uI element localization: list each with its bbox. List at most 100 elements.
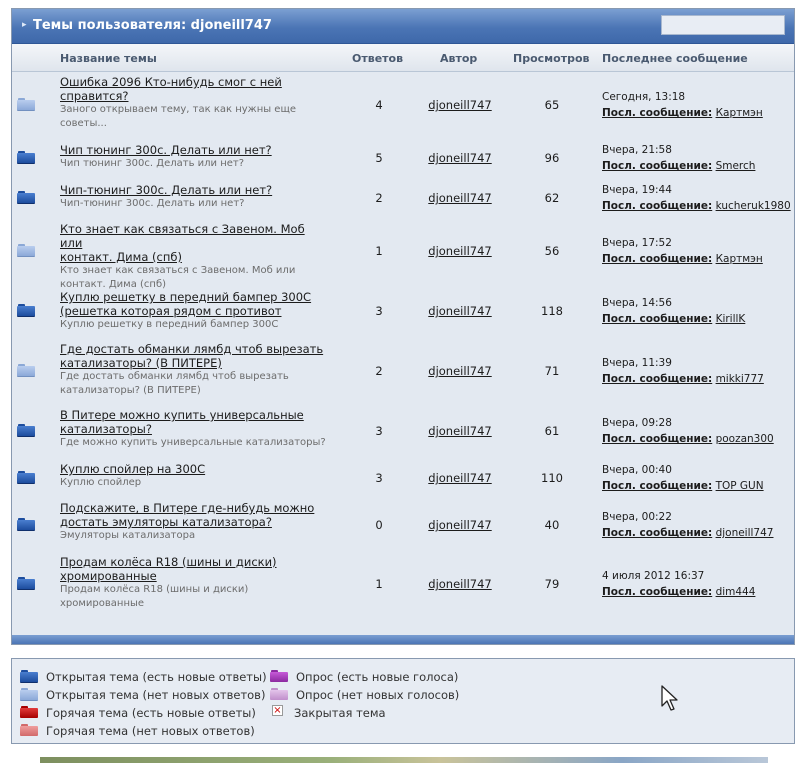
folder-new-icon xyxy=(20,670,38,683)
col-last-post[interactable]: Последнее сообщение xyxy=(602,52,748,65)
author-link[interactable]: djoneill747 xyxy=(425,98,495,112)
hot-folder-old-icon xyxy=(20,724,38,736)
last-post-label[interactable]: Посл. сообщение: xyxy=(602,107,712,119)
topic-description: Кто знает как связаться с Завеном. Моб и… xyxy=(60,265,296,290)
author-link[interactable]: djoneill747 xyxy=(425,518,495,532)
topics-panel: ▸ Темы пользователя: djoneill747 Названи… xyxy=(11,8,795,645)
last-post-label[interactable]: Посл. сообщение: xyxy=(602,253,712,265)
last-post-user[interactable]: Картмэн xyxy=(716,107,763,119)
author-link[interactable]: djoneill747 xyxy=(425,424,495,438)
legend-label: Горячая тема (нет новых ответов) xyxy=(46,724,255,738)
last-post-time: Вчера, 00:22 xyxy=(602,511,672,523)
folder-new-icon xyxy=(17,151,35,164)
folder-new-icon xyxy=(17,304,35,317)
search-input[interactable] xyxy=(661,15,785,35)
views-count: 56 xyxy=(544,244,560,258)
poll-new-icon xyxy=(270,670,288,682)
author-link[interactable]: djoneill747 xyxy=(425,304,495,318)
last-post: 4 июля 2012 16:37 Посл. сообщение: dim44… xyxy=(602,568,802,600)
replies-count: 3 xyxy=(375,471,383,485)
last-post-label[interactable]: Посл. сообщение: xyxy=(602,433,712,445)
legend-label: Горячая тема (есть новые ответы) xyxy=(46,706,256,720)
topic-title-link[interactable]: Подскажите, в Питере где-нибудь можно дос… xyxy=(60,501,330,529)
author-link[interactable]: djoneill747 xyxy=(425,244,495,258)
last-post: Вчера, 00:40 Посл. сообщение: TOP GUN xyxy=(602,462,802,494)
author-link[interactable]: djoneill747 xyxy=(425,191,495,205)
author-link[interactable]: djoneill747 xyxy=(425,151,495,165)
last-post-time: Вчера, 17:52 xyxy=(602,237,672,249)
last-post-user[interactable]: mikki777 xyxy=(716,373,764,385)
last-post-user[interactable]: djoneill747 xyxy=(716,527,774,539)
last-post-user[interactable]: dim444 xyxy=(716,586,756,598)
page-title: Темы пользователя: djoneill747 xyxy=(33,18,272,33)
author-link[interactable]: djoneill747 xyxy=(425,471,495,485)
last-post-label[interactable]: Посл. сообщение: xyxy=(602,480,712,492)
last-post-label[interactable]: Посл. сообщение: xyxy=(602,200,712,212)
folder-new-icon xyxy=(17,518,35,531)
col-views[interactable]: Просмотров xyxy=(513,52,589,65)
last-post: Сегодня, 13:18 Посл. сообщение: Картмэн xyxy=(602,89,802,121)
legend-label: Открытая тема (есть новые ответы) xyxy=(46,670,267,684)
folder-old-icon xyxy=(17,244,35,257)
last-post-user[interactable]: Smerch xyxy=(716,160,756,172)
replies-count: 3 xyxy=(375,304,383,318)
last-post-time: 4 июля 2012 16:37 xyxy=(602,570,705,582)
last-post: Вчера, 09:28 Посл. сообщение: poozan300 xyxy=(602,415,802,447)
folder-old-icon xyxy=(20,688,38,701)
topic-title-link[interactable]: Где достать обманки лямбд чтоб вырезать к… xyxy=(60,342,330,370)
col-replies[interactable]: Ответов xyxy=(352,52,403,65)
col-topic-name[interactable]: Название темы xyxy=(60,52,157,65)
topic-description: Чип-тюнинг 300с. Делать или нет? xyxy=(60,198,245,209)
last-post-user[interactable]: Картмэн xyxy=(716,253,763,265)
views-count: 96 xyxy=(544,151,560,165)
legend-label: Опрос (есть новые голоса) xyxy=(296,670,459,684)
topic-description: Заного открываем тему, так как нужны еще… xyxy=(60,104,297,129)
collapse-arrow-icon[interactable]: ▸ xyxy=(22,20,27,30)
folder-new-icon xyxy=(17,577,35,590)
last-post-time: Вчера, 19:44 xyxy=(602,184,672,196)
topic-title-link[interactable]: Ошибка 2096 Кто-нибудь смог с ней справит… xyxy=(60,75,330,103)
folder-old-icon xyxy=(17,364,35,377)
folder-old-icon xyxy=(17,98,35,111)
col-author[interactable]: Автор xyxy=(440,52,477,65)
last-post-time: Вчера, 00:40 xyxy=(602,464,672,476)
topic-title-link[interactable]: Кто знает как связаться с Завеном. Моб и… xyxy=(60,222,330,264)
mouse-cursor-icon xyxy=(661,685,678,711)
topic-description: Продам колёса R18 (шины и диски) хромиров… xyxy=(60,584,249,609)
topic-description: Где можно купить универсальные катализат… xyxy=(60,437,326,448)
author-link[interactable]: djoneill747 xyxy=(425,577,495,591)
folder-new-icon xyxy=(17,191,35,204)
last-post-time: Вчера, 09:28 xyxy=(602,417,672,429)
folder-new-icon xyxy=(17,424,35,437)
last-post-label[interactable]: Посл. сообщение: xyxy=(602,160,712,172)
replies-count: 1 xyxy=(375,244,383,258)
last-post: Вчера, 19:44 Посл. сообщение: kucheruk19… xyxy=(602,182,802,214)
topic-description: Где достать обманки лямбд чтоб вырезать к… xyxy=(60,371,289,396)
last-post-label[interactable]: Посл. сообщение: xyxy=(602,586,712,598)
last-post-user[interactable]: TOP GUN xyxy=(716,480,764,492)
topic-title-link[interactable]: В Питере можно купить универсальные катал… xyxy=(60,408,330,436)
last-post-label[interactable]: Посл. сообщение: xyxy=(602,313,712,325)
poll-old-icon xyxy=(270,688,288,700)
views-count: 118 xyxy=(541,304,563,318)
topic-title-link[interactable]: Продам колёса R18 (шины и диски) хромиров… xyxy=(60,555,330,583)
last-post-user[interactable]: KirillK xyxy=(716,313,746,325)
views-count: 40 xyxy=(544,518,560,532)
views-count: 79 xyxy=(544,577,560,591)
topic-title-link[interactable]: Куплю спойлер на 300С xyxy=(60,462,330,476)
last-post-user[interactable]: poozan300 xyxy=(716,433,774,445)
replies-count: 4 xyxy=(375,98,383,112)
replies-count: 2 xyxy=(375,364,383,378)
last-post-label[interactable]: Посл. сообщение: xyxy=(602,373,712,385)
last-post: Вчера, 00:22 Посл. сообщение: djoneill74… xyxy=(602,509,802,541)
author-link[interactable]: djoneill747 xyxy=(425,364,495,378)
panel-footer xyxy=(12,635,794,644)
last-post-time: Вчера, 14:56 xyxy=(602,297,672,309)
last-post-user[interactable]: kucheruk1980 xyxy=(716,200,791,212)
column-headers: Название темы Ответов Автор Просмотров П… xyxy=(12,44,794,72)
replies-count: 3 xyxy=(375,424,383,438)
topic-title-link[interactable]: Чип-тюнинг 300с. Делать или нет? xyxy=(60,183,330,197)
topic-title-link[interactable]: Чип тюнинг 300с. Делать или нет? xyxy=(60,143,330,157)
topic-title-link[interactable]: Куплю решетку в передний бампер 300С (реш… xyxy=(60,290,330,318)
last-post-label[interactable]: Посл. сообщение: xyxy=(602,527,712,539)
